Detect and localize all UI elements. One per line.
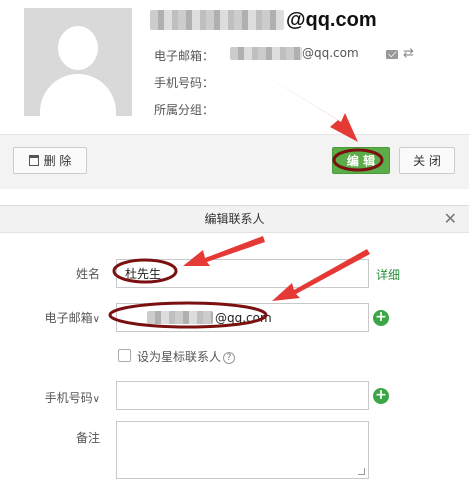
name-input-value: 杜先生: [125, 267, 162, 281]
close-button-label: 关 闭: [413, 154, 441, 168]
email-label: 电子邮箱：: [154, 49, 215, 63]
edit-button[interactable]: 编 辑: [332, 147, 390, 174]
contact-card: @qq.com 电子邮箱： @qq.com ⇄ 手机号码： 所属分组： 删 除 …: [0, 0, 469, 190]
blurred-email-input: [147, 311, 213, 324]
add-email-plus-icon[interactable]: +: [373, 310, 389, 326]
blurred-name: [150, 10, 284, 30]
phone-type-dropdown[interactable]: 手机号码∨: [10, 389, 100, 406]
avatar-head-shape: [58, 26, 98, 70]
swap-icon[interactable]: ⇄: [403, 46, 414, 62]
avatar: [24, 8, 132, 116]
avatar-body-shape: [40, 74, 116, 116]
mail-icon[interactable]: [386, 50, 398, 59]
dialog-title: 编辑联系人: [204, 212, 265, 226]
star-contact-checkbox[interactable]: [118, 349, 131, 362]
email-value-suffix: @qq.com: [302, 46, 359, 60]
delete-button[interactable]: 删 除: [13, 147, 87, 174]
note-textarea[interactable]: [116, 421, 369, 479]
email-value: @qq.com: [230, 46, 359, 60]
add-phone-plus-icon[interactable]: +: [373, 388, 389, 404]
star-contact-label: 设为星标联系人?: [137, 348, 236, 365]
phone-input[interactable]: [116, 381, 369, 410]
dialog-header: 编辑联系人 ✕: [0, 206, 469, 233]
name-label: 姓名: [75, 267, 100, 281]
edit-contact-dialog: 编辑联系人 ✕ 姓名 杜先生 详细 电子邮箱∨ @qq.com + 设为星标联系…: [0, 205, 469, 484]
trash-icon: [28, 155, 39, 166]
group-label: 所属分组：: [154, 103, 215, 117]
blurred-email: [230, 46, 302, 60]
help-icon[interactable]: ?: [223, 351, 236, 364]
phone-label: 手机号码：: [154, 76, 215, 90]
email-input[interactable]: @qq.com: [116, 303, 369, 332]
delete-button-label: 删 除: [43, 154, 72, 168]
email-input-suffix: @qq.com: [215, 310, 272, 325]
name-input[interactable]: 杜先生: [116, 259, 369, 288]
chevron-down-icon: ∨: [92, 394, 100, 405]
contact-name-suffix: @qq.com: [286, 8, 377, 31]
star-contact-label-text: 设为星标联系人: [137, 350, 222, 364]
contact-name: @qq.com: [150, 8, 377, 32]
close-button[interactable]: 关 闭: [399, 147, 455, 174]
dialog-close-icon[interactable]: ✕: [444, 206, 457, 232]
edit-button-label: 编 辑: [346, 154, 376, 168]
resize-grip-icon[interactable]: [358, 468, 365, 475]
email-type-label: 电子邮箱: [44, 311, 93, 325]
phone-type-label: 手机号码: [44, 391, 93, 405]
note-label: 备注: [75, 431, 100, 445]
card-toolbar: 删 除 编 辑 关 闭: [0, 134, 469, 189]
email-type-dropdown[interactable]: 电子邮箱∨: [10, 309, 100, 326]
chevron-down-icon: ∨: [92, 314, 100, 325]
detail-link[interactable]: 详细: [376, 266, 400, 283]
